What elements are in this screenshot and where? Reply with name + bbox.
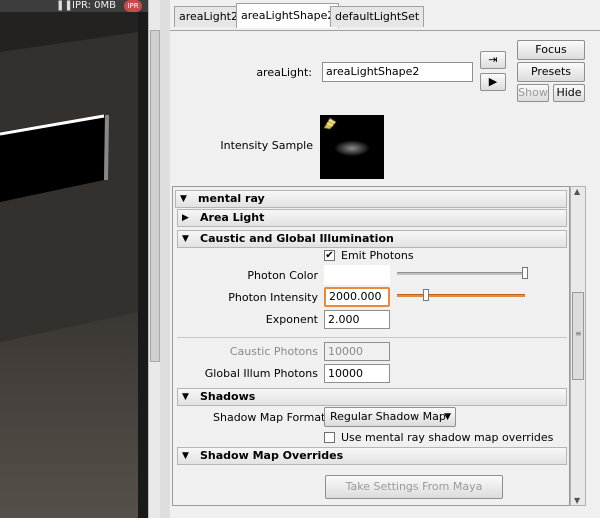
- section-area-light[interactable]: ▶ Area Light: [177, 209, 567, 227]
- exponent-field[interactable]: 2.000: [324, 310, 390, 329]
- section-shadow-map-overrides[interactable]: ▼ Shadow Map Overrides: [177, 447, 567, 465]
- use-shadow-overrides-label: Use mental ray shadow map overrides: [341, 431, 554, 444]
- emit-photons-label: Emit Photons: [341, 249, 414, 262]
- shadow-map-format-dropdown[interactable]: Regular Shadow Map ▼: [324, 407, 456, 427]
- ipr-badge-icon[interactable]: IPR: [124, 0, 142, 12]
- photon-color-slider-track[interactable]: [397, 272, 525, 275]
- collapse-right-icon: ▶: [182, 213, 189, 223]
- global-illum-photons-label: Global Illum Photons: [204, 367, 318, 380]
- expand-down-icon: ▼: [182, 234, 189, 244]
- ipr-memory-label: IPR: 0MB: [72, 0, 117, 11]
- emit-photons-checkbox[interactable]: ✔: [324, 250, 335, 261]
- render-image: [0, 12, 138, 518]
- grip-icon: ≡: [575, 329, 582, 338]
- photon-intensity-field[interactable]: 2000.000: [324, 287, 390, 307]
- photon-intensity-slider-thumb[interactable]: [423, 289, 429, 301]
- render-scene-graphic: [0, 12, 138, 518]
- photon-color-swatch[interactable]: [324, 265, 390, 285]
- output-connection-button[interactable]: ▶: [480, 73, 506, 91]
- node-name-field[interactable]: areaLightShape2: [322, 62, 473, 82]
- attribute-editor-panel: ▼ mental ray ▶ Area Light ▼ Caustic and …: [172, 186, 570, 506]
- tab-default-light-set[interactable]: defaultLightSet: [330, 6, 425, 27]
- use-shadow-overrides-checkbox[interactable]: [324, 432, 335, 443]
- photon-color-label: Photon Color: [247, 269, 318, 282]
- exponent-label: Exponent: [265, 313, 318, 326]
- show-button[interactable]: Show: [517, 84, 549, 102]
- section-mental-ray[interactable]: ▼ mental ray: [175, 190, 567, 208]
- caustic-photons-field[interactable]: 10000: [324, 342, 390, 361]
- global-illum-photons-field[interactable]: 10000: [324, 364, 390, 383]
- viewport-status-bar: ❚❚ IPR: 0MB IPR: [0, 0, 148, 12]
- section-shadows[interactable]: ▼ Shadows: [177, 388, 567, 406]
- focus-button[interactable]: Focus: [517, 40, 585, 60]
- section-caustic-gi[interactable]: ▼ Caustic and Global Illumination: [177, 230, 567, 248]
- output-arrow-icon: ▶: [488, 75, 498, 88]
- scroll-up-icon[interactable]: ▲: [574, 187, 580, 196]
- tab-area-light[interactable]: areaLight2: [174, 6, 243, 27]
- chevron-down-icon: ▼: [444, 412, 451, 422]
- expand-down-icon: ▼: [180, 194, 187, 204]
- input-arrow-icon: ⇥: [488, 53, 498, 66]
- caustic-photons-label: Caustic Photons: [229, 345, 318, 358]
- expand-down-icon: ▼: [182, 451, 189, 461]
- intensity-sample-swatch: [320, 115, 384, 179]
- photon-intensity-label: Photon Intensity: [228, 291, 318, 304]
- pause-icon[interactable]: ❚❚: [56, 0, 73, 11]
- scroll-down-icon[interactable]: ▼: [574, 496, 580, 505]
- area-light-icon: [323, 117, 337, 130]
- separator: [177, 337, 567, 338]
- expand-down-icon: ▼: [182, 392, 189, 402]
- viewport-scroll-thumb[interactable]: [150, 30, 160, 362]
- intensity-sample-label: Intensity Sample: [220, 139, 313, 152]
- take-settings-from-maya-button[interactable]: Take Settings From Maya: [325, 475, 503, 499]
- photon-color-slider-thumb[interactable]: [522, 267, 528, 279]
- attribute-scroll-thumb[interactable]: ≡: [572, 292, 584, 380]
- tab-area-light-shape[interactable]: areaLightShape2: [236, 3, 340, 28]
- node-header-panel: areaLight: areaLightShape2 ⇥ ▶ Focus Pre…: [170, 31, 600, 186]
- node-tab-bar: areaLight2 areaLightShape2 defaultLightS…: [170, 0, 600, 31]
- shadow-map-format-label: Shadow Map Format: [213, 411, 326, 424]
- presets-button[interactable]: Presets: [517, 62, 585, 82]
- render-viewport[interactable]: ❚❚ IPR: 0MB IPR: [0, 0, 160, 518]
- panel-splitter[interactable]: [160, 0, 170, 518]
- node-name-label: areaLight:: [256, 66, 312, 79]
- input-connection-button[interactable]: ⇥: [480, 51, 506, 69]
- photon-intensity-slider-track[interactable]: [397, 294, 525, 297]
- hide-button[interactable]: Hide: [553, 84, 585, 102]
